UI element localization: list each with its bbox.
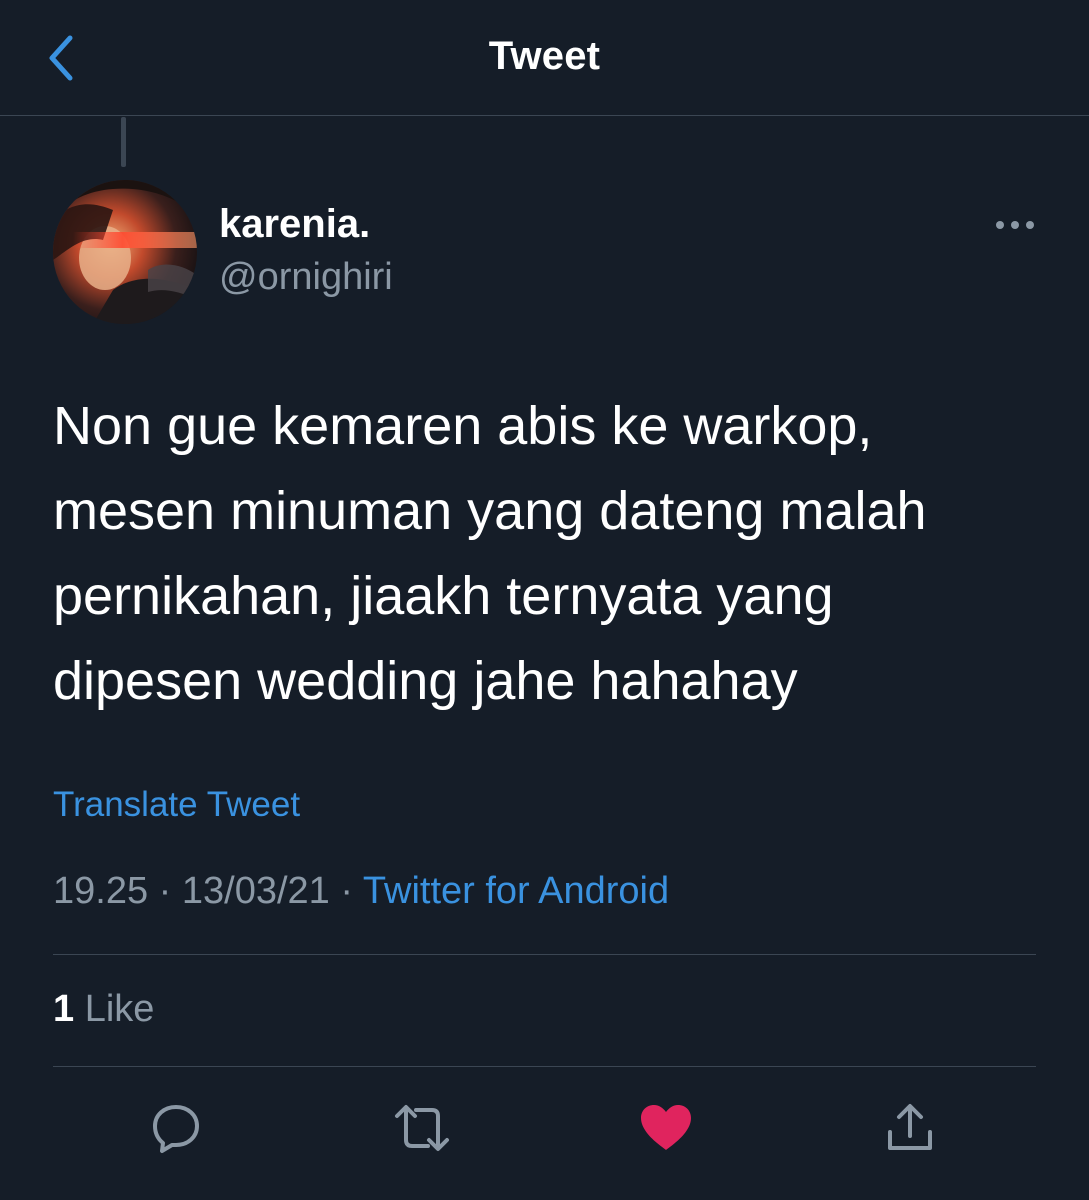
reply-icon: [153, 1105, 199, 1153]
author-handle[interactable]: @ornighiri: [219, 256, 393, 299]
like-count: 1: [53, 988, 75, 1030]
top-navigation-bar: Tweet: [0, 0, 1089, 116]
tweet-date: 13/03/21: [181, 870, 330, 912]
tweet-text: Non gue kemaren abis ke warkop, mesen mi…: [53, 396, 927, 711]
retweet-icon: [395, 1105, 449, 1151]
avatar[interactable]: [53, 180, 197, 324]
thread-connector-line: [121, 117, 126, 167]
tweet-metadata: 19.25 · 13/03/21 · Twitter for Android: [53, 870, 669, 913]
like-label: Like: [84, 988, 155, 1030]
meta-separator: ·: [158, 870, 172, 912]
share-button[interactable]: [880, 1098, 940, 1158]
meta-separator: ·: [340, 870, 354, 912]
retweet-button[interactable]: [392, 1098, 452, 1158]
heart-icon: [641, 1105, 691, 1150]
more-options-button[interactable]: [990, 210, 1040, 240]
divider: [53, 954, 1036, 955]
share-icon: [888, 1104, 932, 1150]
likes-summary[interactable]: 1 Like: [53, 988, 154, 1031]
like-button[interactable]: [636, 1098, 696, 1158]
reply-button[interactable]: [146, 1098, 206, 1158]
translate-tweet-link[interactable]: Translate Tweet: [53, 785, 300, 825]
page-title: Tweet: [488, 34, 601, 78]
divider: [53, 1066, 1036, 1067]
avatar-image: [53, 180, 197, 324]
tweet-source-link[interactable]: Twitter for Android: [363, 870, 669, 912]
more-horizontal-icon: [996, 221, 1034, 229]
tweet-time: 19.25: [53, 870, 149, 912]
author-display-name[interactable]: karenia.: [219, 202, 370, 247]
